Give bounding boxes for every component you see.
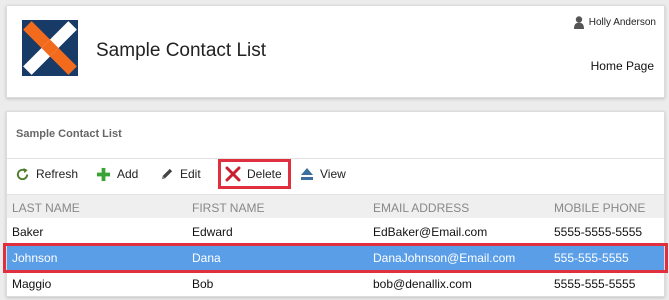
table-row[interactable]: Baker Edward EdBaker@Email.com 5555-5555… (7, 219, 664, 244)
add-label: Add (117, 167, 139, 181)
x-logo (22, 20, 78, 76)
user-menu[interactable]: Holly Anderson (573, 16, 656, 29)
refresh-button[interactable]: Refresh (15, 161, 78, 187)
grid-header: LAST NAME FIRST NAME EMAIL ADDRESS MOBIL… (7, 194, 664, 218)
refresh-label: Refresh (36, 167, 79, 181)
add-button[interactable]: Add (96, 161, 138, 187)
divider (7, 158, 664, 159)
column-header-mobile-phone[interactable]: MOBILE PHONE (554, 201, 645, 215)
view-button[interactable]: View (300, 161, 346, 187)
cell-first-name: Bob (192, 277, 214, 291)
edit-button[interactable]: Edit (159, 161, 201, 187)
cell-last-name: Baker (12, 225, 44, 239)
cell-email: DanaJohnson@Email.com (373, 251, 516, 265)
cell-last-name: Maggio (12, 277, 52, 291)
cell-mobile-phone: 5555-555-5555 (554, 277, 636, 291)
plus-icon (96, 167, 111, 182)
list-title: Sample Contact List (16, 128, 122, 140)
delete-button[interactable]: Delete (218, 159, 291, 189)
cell-mobile-phone: 5555-5555-5555 (554, 225, 643, 239)
app-title: Sample Contact List (96, 40, 267, 61)
user-icon (573, 16, 584, 29)
table-row[interactable]: Maggio Bob bob@denallix.com 5555-555-555… (7, 271, 664, 296)
column-header-first-name[interactable]: FIRST NAME (192, 201, 264, 215)
header-card: Sample Contact List Holly Anderson Home … (6, 5, 665, 98)
eject-icon (300, 167, 314, 181)
pencil-icon (159, 167, 174, 182)
view-label: View (320, 167, 346, 181)
table-row-selected[interactable]: Johnson Dana DanaJohnson@Email.com 555-5… (7, 245, 664, 270)
cell-last-name: Johnson (12, 251, 58, 265)
toolbar: Refresh Add Edit Delete View (7, 159, 664, 189)
edit-label: Edit (180, 167, 201, 181)
column-header-last-name[interactable]: LAST NAME (12, 201, 80, 215)
cell-first-name: Edward (192, 225, 233, 239)
column-header-email[interactable]: EMAIL ADDRESS (373, 201, 469, 215)
cell-mobile-phone: 555-555-5555 (554, 251, 629, 265)
cell-first-name: Dana (192, 251, 221, 265)
home-page-link[interactable]: Home Page (591, 59, 654, 73)
refresh-icon (15, 167, 30, 182)
x-icon (225, 166, 241, 182)
contact-list-card: Sample Contact List Refresh Add Edit Del… (3, 111, 668, 297)
user-name: Holly Anderson (588, 17, 656, 28)
delete-label: Delete (247, 167, 282, 181)
cell-email: bob@denallix.com (373, 277, 472, 291)
cell-email: EdBaker@Email.com (373, 225, 488, 239)
